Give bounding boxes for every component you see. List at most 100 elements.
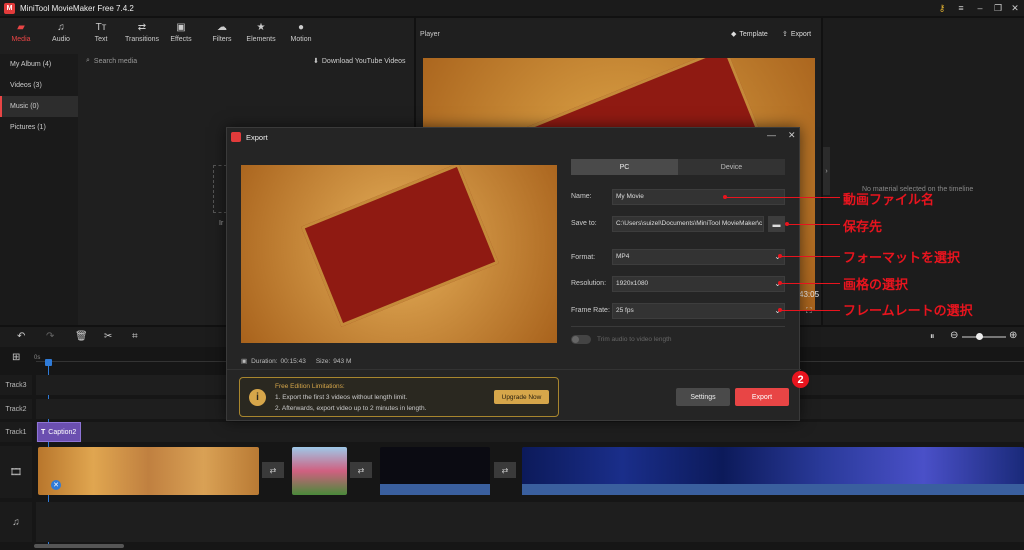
transition-icon[interactable]: ⇄ (350, 462, 372, 478)
sidebar-item-pictures[interactable]: Pictures (1) (0, 117, 78, 138)
zoom-slider[interactable] (962, 336, 1006, 338)
app-title: MiniTool MovieMaker Free 7.4.2 (20, 3, 134, 13)
resolution-select[interactable]: 1920x1080⌄ (612, 276, 785, 292)
transition-icon[interactable]: ⇄ (494, 462, 516, 478)
track1-lane[interactable] (36, 422, 1024, 442)
frame-rate-label: Frame Rate: (571, 307, 610, 314)
toolbar-media[interactable]: ▰ Media (1, 22, 41, 43)
undo-icon[interactable]: ↶ (17, 331, 25, 342)
trim-audio-label: Trim audio to video length (597, 336, 672, 343)
search-icon: ⌕ (86, 57, 90, 64)
annotation-save-to: 保存先 (843, 220, 883, 235)
filters-icon: ☁ (217, 22, 227, 33)
zoom-in-icon[interactable]: ⊕ (1009, 330, 1017, 341)
maximize-button[interactable]: ❐ (989, 0, 1007, 16)
key-icon[interactable]: ⚷ (933, 0, 951, 16)
music-track-lane[interactable] (36, 502, 1024, 542)
redo-icon[interactable]: ↷ (46, 331, 54, 342)
toolbar-elements[interactable]: ★ Elements (241, 22, 281, 43)
format-value: MP4 (616, 253, 630, 260)
add-track-icon[interactable]: ⊞ (12, 352, 20, 363)
picture-clip[interactable] (292, 447, 347, 495)
browse-folder-button[interactable]: ▬ (768, 216, 785, 232)
search-media[interactable]: ⌕ Search media (86, 57, 137, 65)
annotation-line (780, 283, 840, 284)
upgrade-now-button[interactable]: Upgrade Now (494, 390, 549, 404)
save-to-label: Save to: (571, 220, 597, 227)
audio-mixer-icon[interactable]: ⏸ (930, 331, 935, 342)
toolbar-effects[interactable]: ▣ Effects (161, 22, 201, 43)
limitations-line2: 2. Afterwards, export video up to 2 minu… (275, 405, 427, 412)
delete-icon[interactable]: 🗑 (75, 331, 88, 342)
transition-icon[interactable]: ⇄ (262, 462, 284, 478)
export-button[interactable]: Export (735, 388, 789, 406)
download-youtube-button[interactable]: ⬇ Download YouTube Videos (313, 57, 406, 66)
sidebar-item-music[interactable]: Music (0) (0, 96, 78, 117)
import-dropzone[interactable] (213, 165, 227, 213)
app-logo: M (4, 2, 15, 14)
caption-clip[interactable]: T Caption2 (37, 422, 81, 442)
toolbar-audio[interactable]: ♫ Audio (41, 22, 81, 43)
sidebar-item-videos[interactable]: Videos (3) (0, 75, 78, 96)
video-clip-book[interactable] (38, 447, 259, 495)
folder-icon: ▰ (17, 22, 25, 33)
motion-icon: ● (297, 22, 305, 33)
menu-icon[interactable]: ≡ (952, 0, 970, 16)
tab-pc[interactable]: PC (571, 159, 678, 175)
export-preview (241, 165, 557, 343)
fullscreen-icon[interactable]: ⛶ (806, 306, 812, 316)
book-image (300, 165, 500, 327)
format-select[interactable]: MP4⌄ (612, 249, 785, 265)
settings-button[interactable]: Settings (676, 388, 730, 406)
panel-collapse-handle[interactable]: › (823, 147, 830, 195)
toolbar-elements-label: Elements (246, 36, 276, 43)
effects-icon: ▣ (176, 22, 186, 33)
toolbar-audio-label: Audio (52, 36, 70, 43)
target-tabs: PC Device (571, 159, 785, 175)
zoom-out-icon[interactable]: ⊖ (950, 330, 958, 341)
clip-marker-icon[interactable]: ✕ (51, 480, 61, 490)
tab-device[interactable]: Device (678, 159, 785, 175)
folder-icon: ▬ (772, 219, 781, 229)
step-badge: 2 (792, 371, 809, 388)
close-window-button[interactable]: ✕ (1006, 0, 1024, 16)
film-icon: 🎞 (9, 466, 23, 478)
divider (227, 369, 801, 370)
horizontal-scrollbar[interactable] (34, 544, 124, 548)
sidebar-item-my-album[interactable]: My Album (4) (0, 54, 78, 75)
search-input[interactable]: Search media (94, 58, 137, 65)
split-icon[interactable]: ✂ (104, 331, 112, 342)
toolbar-motion[interactable]: ● Motion (281, 22, 321, 43)
frame-rate-select[interactable]: 25 fps⌄ (612, 303, 785, 319)
template-button[interactable]: ◆ Template (731, 30, 768, 39)
dialog-titlebar: Export — ✕ (227, 128, 799, 146)
name-label: Name: (571, 193, 592, 200)
toolbar-transitions[interactable]: ⇄ Transitions (121, 22, 163, 43)
export-dialog: Export — ✕ ▣ Duration: 00:15:43 Size: 94… (226, 127, 801, 421)
annotation-line (780, 310, 840, 311)
toolbar-media-label: Media (11, 36, 31, 43)
zoom-slider-handle[interactable] (976, 333, 983, 340)
toolbar-transitions-label: Transitions (125, 36, 159, 43)
track2-header: Track2 (0, 399, 32, 419)
save-to-field[interactable]: C:\Users\suizel\Documents\MiniTool Movie… (612, 216, 764, 232)
toggle-knob (572, 336, 579, 343)
player-export-button[interactable]: ⇪ Export (782, 30, 812, 39)
playhead-handle[interactable] (45, 359, 52, 366)
export-info: ▣ Duration: 00:15:43 Size: 943 M (241, 357, 351, 366)
divider (571, 326, 785, 327)
toolbar-filters[interactable]: ☁ Filters (202, 22, 242, 43)
limitations-line1: 1. Export the first 3 videos without len… (275, 394, 408, 401)
crop-icon[interactable]: ⌗ (132, 331, 138, 342)
trim-audio-toggle[interactable] (571, 335, 591, 344)
player-export-label: Export (790, 30, 812, 38)
dialog-close-button[interactable]: ✕ (788, 130, 796, 141)
toolbar-text-label: Text (94, 36, 108, 43)
toolbar-text[interactable]: Tт Text (81, 22, 121, 43)
track3-header: Track3 (0, 375, 32, 395)
minimize-button[interactable]: – (971, 0, 989, 16)
limitations-title: Free Edition Limitations: (275, 383, 345, 390)
dialog-minimize-button[interactable]: — (767, 130, 776, 140)
limitations-box: i Free Edition Limitations: 1. Export th… (239, 377, 559, 417)
player-label: Player (420, 31, 440, 38)
